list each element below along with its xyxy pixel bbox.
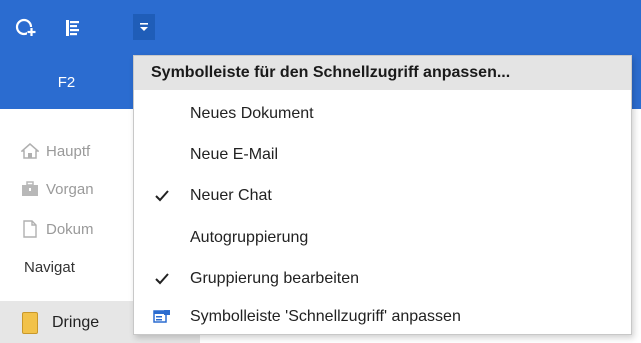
menu-item-check-slot	[134, 218, 190, 258]
document-icon	[20, 220, 40, 238]
nav-item-label: Hauptf	[46, 142, 91, 160]
menu-item-label: Gruppierung bearbeiten	[190, 270, 360, 287]
customize-qat-menu: Symbolleiste für den Schnellzugriff anpa…	[133, 55, 632, 335]
new-item-icon	[15, 17, 37, 39]
customize-qat-button[interactable]	[133, 14, 155, 40]
menu-item-neue-email[interactable]: Neue E-Mail	[134, 135, 631, 175]
menu-item-gruppierung-bearbeiten[interactable]: Gruppierung bearbeiten	[134, 259, 631, 299]
menu-header: Symbolleiste für den Schnellzugriff anpa…	[134, 56, 631, 90]
checkmark-icon	[134, 176, 190, 216]
group-button[interactable]	[61, 16, 85, 40]
menu-item-neuer-chat[interactable]: Neuer Chat	[134, 176, 631, 216]
tab-f2[interactable]: F2	[0, 55, 133, 109]
menu-item-check-slot	[134, 135, 190, 175]
menu-item-label: Neuer Chat	[190, 187, 272, 204]
menu-item-symbolleiste-anpassen[interactable]: Symbolleiste 'Schnellzugriff' anpassen	[134, 301, 631, 333]
nav-item-vorgaenge[interactable]: Vorgan	[20, 175, 94, 203]
nav-item-dringend[interactable]: Dringe	[22, 309, 99, 337]
nav-item-hauptfenster[interactable]: Hauptf	[20, 137, 90, 165]
nav-item-label: Dokum	[46, 220, 94, 238]
customize-toolbar-icon	[134, 297, 190, 337]
nav-item-label: Vorgan	[46, 180, 94, 198]
nav-item-dokumente[interactable]: Dokum	[20, 215, 94, 243]
menu-item-label: Neues Dokument	[190, 105, 314, 122]
menu-item-label: Neue E-Mail	[190, 146, 279, 163]
nav-item-label: Dringe	[52, 314, 100, 331]
menu-item-check-slot	[134, 94, 190, 134]
menu-item-autogruppierung[interactable]: Autogruppierung	[134, 218, 631, 258]
menu-item-neues-dokument[interactable]: Neues Dokument	[134, 94, 631, 134]
folder-icon	[22, 312, 38, 334]
group-icon	[63, 18, 83, 38]
navigation-title: Navigat	[24, 258, 75, 276]
menu-item-label: Symbolleiste 'Schnellzugriff' anpassen	[190, 308, 461, 325]
new-item-button[interactable]	[14, 16, 38, 40]
quick-access-toolbar	[0, 0, 641, 55]
checkmark-icon	[134, 259, 190, 299]
briefcase-icon	[20, 180, 40, 198]
dropdown-arrow-icon	[138, 20, 150, 34]
app-window: F2 Hauptf Vorgan Dokum Navigat Dringe Sy…	[0, 0, 641, 343]
menu-item-label: Autogruppierung	[190, 229, 309, 246]
home-icon	[20, 142, 40, 160]
